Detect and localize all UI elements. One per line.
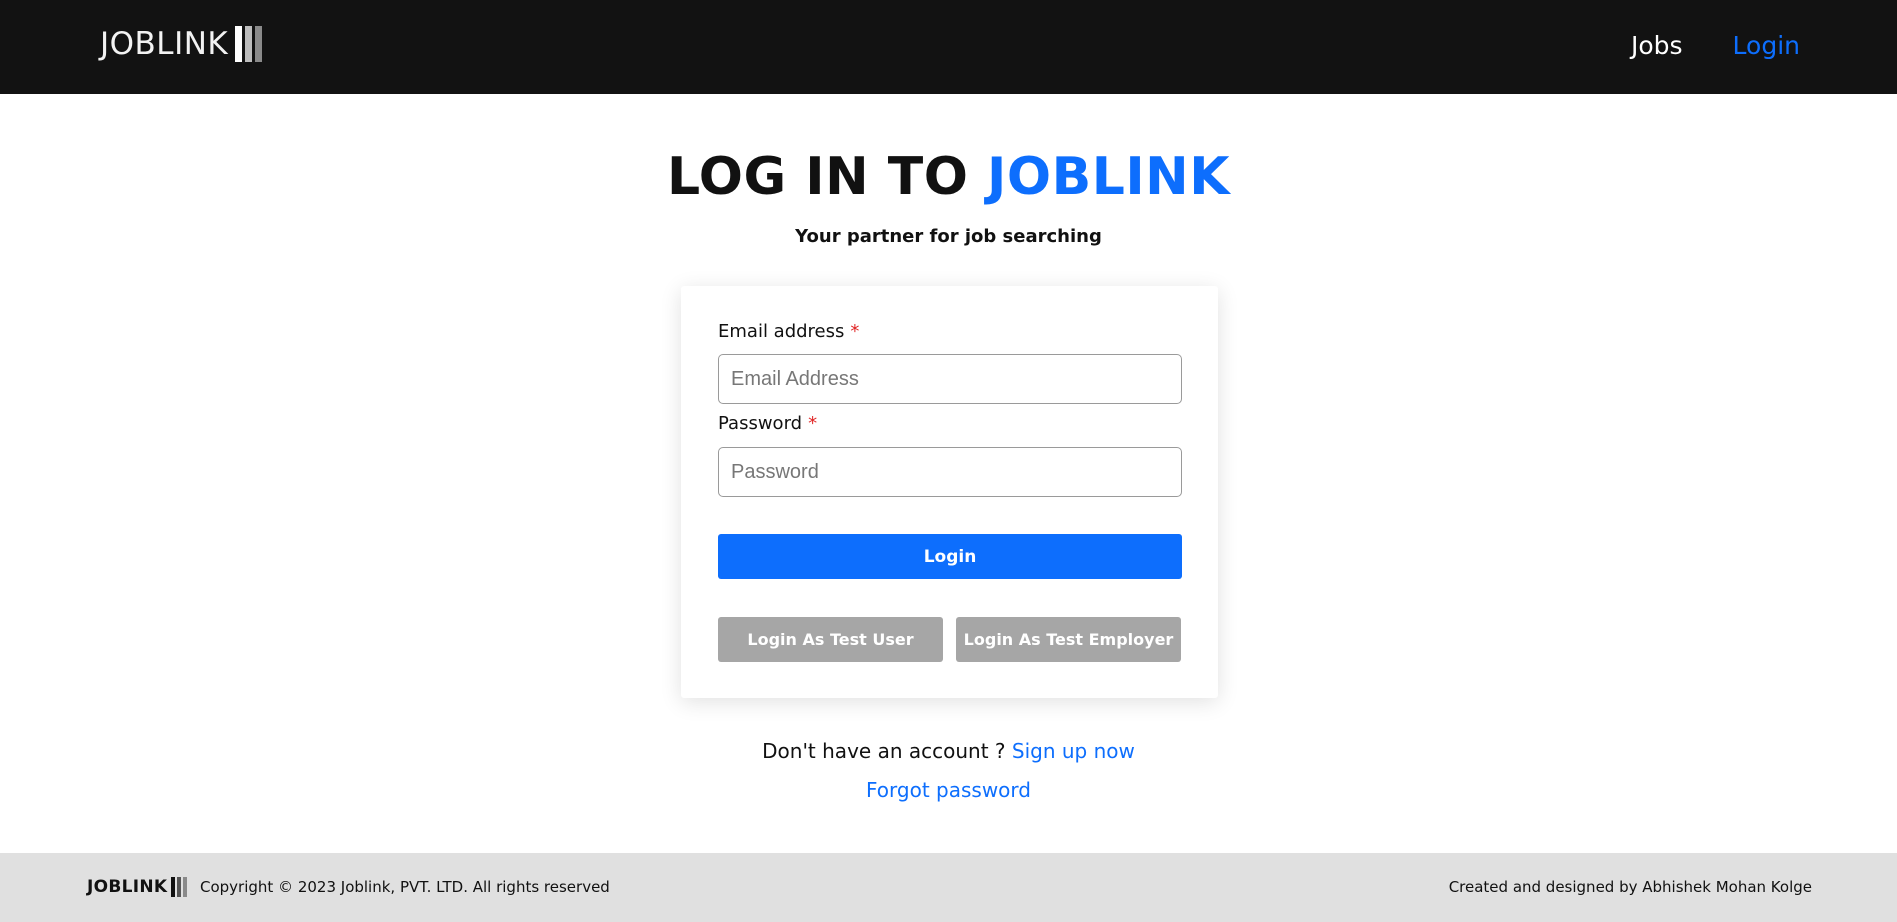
logo-bar: [235, 26, 243, 62]
email-label-text: Email address: [718, 321, 845, 342]
footer-credit: Created and designed by Abhishek Mohan K…: [1448, 878, 1812, 896]
joblink-logo[interactable]: JOBLINK: [100, 26, 263, 62]
password-label-text: Password: [718, 413, 803, 434]
no-account-text: Don't have an account ?: [762, 739, 1012, 763]
login-test-user-button[interactable]: Login As Test User: [718, 617, 943, 662]
login-button[interactable]: Login: [718, 534, 1182, 579]
signup-prompt: Don't have an account ? Sign up now: [0, 737, 1897, 765]
signup-link[interactable]: Sign up now: [1012, 739, 1135, 763]
page-title-prefix: LOG IN TO: [666, 147, 988, 207]
password-input[interactable]: [718, 447, 1182, 497]
logo-text: JOBLINK: [100, 26, 229, 62]
logo-bars-icon: [232, 26, 263, 62]
footer-logo-bar: [177, 877, 182, 897]
email-label: Email address *: [718, 320, 859, 344]
login-test-employer-button[interactable]: Login As Test Employer: [956, 617, 1181, 662]
footer-logo-bars-icon: [169, 877, 188, 897]
footer-logo[interactable]: JOBLINK: [87, 877, 188, 897]
password-label: Password *: [718, 412, 817, 436]
footer-copyright: Copyright © 2023 Joblink, PVT. LTD. All …: [200, 878, 610, 896]
footer-logo-text: JOBLINK: [87, 877, 168, 897]
footer: JOBLINK Copyright © 2023 Joblink, PVT. L…: [0, 853, 1897, 922]
main-nav: Jobs Login: [1631, 28, 1800, 64]
page-subtitle: Your partner for job searching: [795, 226, 1102, 247]
forgot-password-row: Forgot password: [0, 776, 1897, 804]
footer-logo-bar: [183, 877, 188, 897]
email-required-mark: *: [850, 321, 860, 342]
email-input[interactable]: [718, 354, 1182, 404]
nav-jobs-link[interactable]: Jobs: [1631, 28, 1683, 64]
footer-logo-bar: [171, 877, 176, 897]
login-card: Email address* Password* Login Login As …: [681, 286, 1218, 698]
password-required-mark: *: [808, 413, 818, 434]
page-title-brand: JOBLINK: [987, 147, 1230, 207]
nav-login-link[interactable]: Login: [1733, 28, 1800, 64]
logo-bar: [255, 26, 263, 62]
top-navbar: JOBLINK Jobs Login: [0, 0, 1897, 94]
page-title: LOG IN TO JOBLINK: [0, 146, 1897, 208]
logo-bar: [245, 26, 253, 62]
forgot-password-link[interactable]: Forgot password: [866, 778, 1031, 802]
